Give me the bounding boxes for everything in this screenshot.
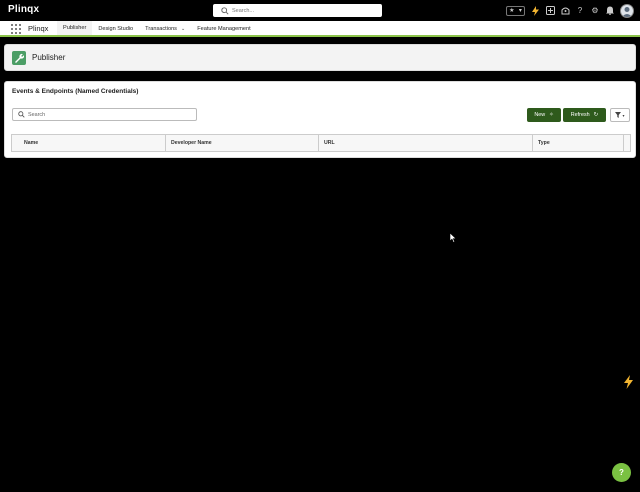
- list-search-input[interactable]: [28, 111, 188, 118]
- chevron-down-icon[interactable]: ⌄: [181, 26, 185, 32]
- wrench-icon: [12, 51, 26, 65]
- filter-button[interactable]: ▾: [610, 108, 630, 122]
- filter-icon: [615, 112, 622, 118]
- refresh-icon: ↻: [593, 112, 599, 118]
- chevron-down-icon: ▾: [622, 112, 625, 118]
- refresh-button-label: Refresh: [570, 112, 590, 118]
- list-card: Events & Endpoints (Named Credentials) N…: [4, 81, 636, 158]
- global-actions-icon[interactable]: [545, 6, 555, 16]
- tab-label: Feature Management: [197, 26, 251, 32]
- global-search-input[interactable]: [232, 7, 372, 14]
- tab-design-studio[interactable]: Design Studio: [92, 21, 139, 37]
- new-button-label: New: [534, 112, 546, 118]
- app-nav-bar: Plinqx Publisher Design Studio Transacti…: [0, 21, 640, 37]
- global-header: Plinqx ★ ▾ ? ⚙: [0, 0, 640, 21]
- tab-label: Design Studio: [98, 26, 134, 32]
- tab-transactions[interactable]: Transactions ⌄: [139, 21, 191, 37]
- table-header: Name Developer Name URL Type: [11, 134, 631, 152]
- app-launcher-icon[interactable]: [11, 24, 21, 34]
- lightning-icon[interactable]: [530, 5, 540, 16]
- sparkle-icon: ✧: [549, 112, 554, 118]
- list-search[interactable]: [12, 108, 197, 121]
- page-title: Publisher: [32, 53, 66, 62]
- refresh-button[interactable]: Refresh ↻: [563, 108, 606, 122]
- help-button[interactable]: ?: [612, 463, 631, 482]
- tab-label: Transactions: [145, 26, 177, 32]
- star-icon: ★: [509, 8, 515, 14]
- column-header-name[interactable]: Name: [12, 135, 166, 151]
- page-header: Publisher: [4, 44, 636, 71]
- utility-icons: ★ ▾ ? ⚙: [506, 2, 634, 19]
- avatar[interactable]: [620, 3, 634, 18]
- column-header-type[interactable]: Type: [533, 135, 624, 151]
- lightning-icon[interactable]: [624, 375, 633, 389]
- nav-tabs: Publisher Design Studio Transactions ⌄ F…: [57, 21, 257, 37]
- gear-icon[interactable]: ⚙: [590, 6, 600, 16]
- column-header-developer-name[interactable]: Developer Name: [166, 135, 319, 151]
- search-icon: [18, 111, 25, 118]
- new-button[interactable]: New ✧: [527, 108, 561, 122]
- list-title: Events & Endpoints (Named Credentials): [12, 88, 139, 95]
- help-icon[interactable]: ?: [575, 6, 585, 16]
- global-search[interactable]: [213, 4, 382, 17]
- favorites-button[interactable]: ★ ▾: [506, 5, 525, 16]
- tab-feature-management[interactable]: Feature Management: [191, 21, 256, 37]
- mouse-cursor-icon: [450, 233, 457, 243]
- app-name: Plinqx: [28, 24, 49, 33]
- bell-icon[interactable]: [605, 6, 615, 16]
- help-button-label: ?: [619, 468, 624, 477]
- trailhead-icon[interactable]: [560, 6, 570, 16]
- column-header-url[interactable]: URL: [319, 135, 533, 151]
- app-logo[interactable]: Plinqx: [8, 4, 39, 15]
- tab-label: Publisher: [63, 25, 87, 31]
- tab-publisher[interactable]: Publisher: [57, 21, 93, 37]
- chevron-down-icon: ▾: [518, 8, 522, 14]
- search-icon: [221, 6, 229, 15]
